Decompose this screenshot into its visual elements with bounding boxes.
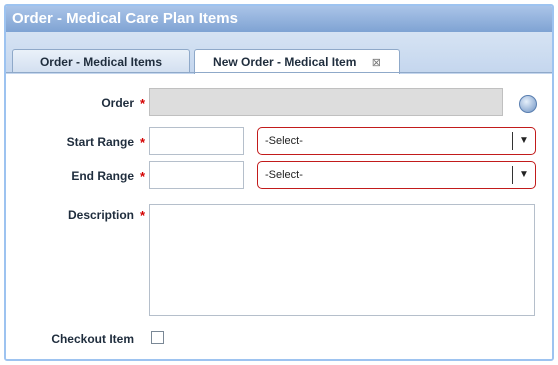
- required-marker: *: [140, 96, 146, 111]
- refresh-icon[interactable]: [519, 95, 537, 113]
- order-field: [149, 88, 503, 116]
- chevron-down-icon[interactable]: ▼: [512, 166, 535, 184]
- select-value: -Select-: [265, 135, 303, 147]
- end-range-unit-select[interactable]: -Select- ▼: [257, 161, 536, 189]
- checkout-item-label: Checkout Item: [51, 332, 134, 346]
- tab-new-order-medical-item[interactable]: New Order - Medical Item ⊠: [194, 49, 400, 74]
- required-marker: *: [140, 208, 146, 223]
- required-marker: *: [140, 135, 146, 150]
- end-range-label: End Range: [71, 169, 134, 183]
- checkout-item-checkbox[interactable]: [151, 331, 164, 344]
- chevron-down-icon[interactable]: ▼: [512, 132, 535, 150]
- end-range-input[interactable]: [149, 161, 244, 189]
- description-label: Description: [67, 208, 134, 222]
- tab-divider: [6, 72, 552, 73]
- order-form: Order * Start Range * -Select- ▼ End Ran…: [6, 74, 552, 359]
- tab-label: Order - Medical Items: [39, 55, 163, 69]
- start-range-input[interactable]: [149, 127, 244, 155]
- select-value: -Select-: [265, 169, 303, 181]
- tab-label: New Order - Medical Item: [213, 55, 357, 69]
- description-textarea[interactable]: [149, 204, 535, 316]
- order-label: Order: [101, 96, 134, 110]
- window-title: Order - Medical Care Plan Items: [6, 6, 552, 32]
- panel: Order - Medical Care Plan Items Order - …: [4, 4, 554, 361]
- tab-strip: Order - Medical Items New Order - Medica…: [6, 32, 552, 74]
- tab-order-medical-items[interactable]: Order - Medical Items: [12, 49, 190, 73]
- start-range-label: Start Range: [66, 135, 134, 149]
- required-marker: *: [140, 169, 146, 184]
- start-range-unit-select[interactable]: -Select- ▼: [257, 127, 536, 155]
